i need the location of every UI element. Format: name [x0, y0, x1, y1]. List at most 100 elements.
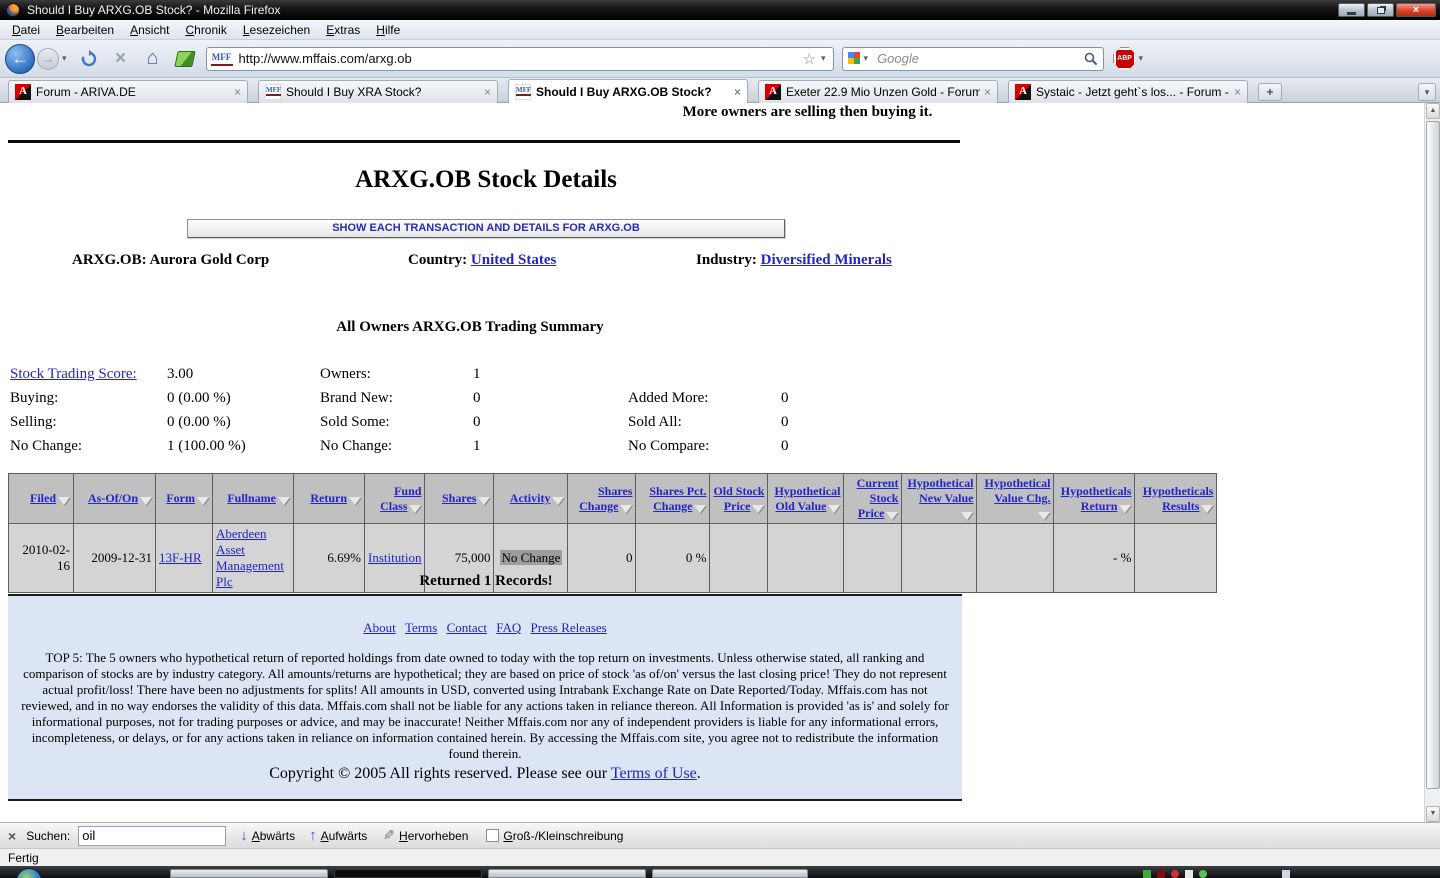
find-previous-button[interactable]: Aufwärts [321, 829, 368, 843]
press-releases-link[interactable]: Press Releases [531, 620, 607, 635]
extension-button[interactable] [172, 46, 198, 72]
country-link[interactable]: United States [471, 252, 556, 268]
ariva-favicon: A [1015, 84, 1031, 100]
stop-button[interactable]: × [108, 46, 134, 72]
taskbar-button[interactable] [488, 869, 646, 878]
ariva-favicon: A [15, 84, 31, 100]
url-dropdown[interactable]: ▾ [818, 53, 829, 64]
home-button[interactable]: ⌂ [140, 46, 166, 72]
restore-icon [1377, 7, 1385, 14]
close-button[interactable]: × [1396, 3, 1436, 17]
search-icon[interactable] [1084, 52, 1098, 66]
tab-forum-ariva[interactable]: A Forum - ARIVA.DE × [8, 80, 248, 103]
adblock-dropdown[interactable]: ▾ [1136, 53, 1147, 64]
tab-close-icon[interactable]: × [980, 85, 991, 99]
tab-close-icon[interactable]: × [730, 85, 741, 99]
taskbar-button[interactable] [170, 869, 328, 878]
tray-icon[interactable] [1185, 870, 1193, 878]
menu-lesezeichen[interactable]: Lesezeichen [235, 21, 318, 39]
industry-link[interactable]: Diversified Minerals [761, 252, 892, 268]
scrollbar-thumb[interactable] [1426, 121, 1440, 789]
google-engine-icon[interactable] [848, 52, 861, 65]
highlight-all-button[interactable]: Hervorheben [399, 829, 468, 843]
history-dropdown[interactable]: ▾ [59, 53, 70, 64]
start-orb[interactable] [16, 868, 42, 878]
minimize-button[interactable] [1338, 3, 1365, 17]
tab-close-icon[interactable]: × [1230, 85, 1241, 99]
navigation-toolbar: ← → ▾ × ⌂ MFF ☆ ▾ ▾ ABP ▾ [0, 40, 1440, 78]
reload-icon [80, 50, 98, 68]
search-input[interactable] [871, 51, 1083, 66]
menu-hilfe[interactable]: Hilfe [368, 21, 408, 39]
menu-datei[interactable]: Datei [4, 21, 48, 39]
tray-icon[interactable] [1143, 870, 1151, 878]
col-form: Form [156, 474, 213, 524]
terms-of-use-link[interactable]: Terms of Use [611, 765, 697, 782]
scroll-down-button[interactable]: ▼ [1426, 806, 1440, 822]
stat-label: Owners: [320, 366, 473, 390]
tab-systaic-forum[interactable]: A Systaic - Jetzt geht`s los... - Forum … [1008, 80, 1248, 103]
taskbar-button[interactable] [652, 869, 808, 878]
menu-extras[interactable]: Extras [318, 21, 368, 39]
disclaimer-text: TOP 5: The 5 owners who hypothetical ret… [17, 650, 953, 762]
forward-button[interactable]: → [37, 48, 59, 70]
list-all-tabs-button[interactable]: ▾ [1418, 83, 1436, 101]
tray-icon[interactable] [1282, 870, 1290, 878]
bookmark-star-icon[interactable]: ☆ [801, 50, 818, 68]
sort-arrow-icon [58, 497, 70, 505]
tab-close-icon[interactable]: × [230, 85, 241, 99]
taskbar-button-active[interactable] [334, 869, 482, 878]
scroll-down-icon: ▼ [1430, 810, 1437, 817]
menu-chronik[interactable]: Chronik [177, 21, 234, 39]
new-tab-button[interactable]: + [1258, 83, 1282, 101]
find-previous-icon[interactable]: ↑ [309, 827, 317, 844]
vertical-scrollbar[interactable]: ▲ ▼ [1424, 103, 1440, 822]
tab-exeter-forum[interactable]: A Exeter 22.9 Mio Unzen Gold - Forum... … [758, 80, 998, 103]
adblock-plus-icon[interactable]: ABP [1114, 48, 1136, 70]
tray-icon[interactable] [1199, 870, 1207, 878]
firefox-logo-icon [6, 3, 20, 17]
stat-value: 1 (100.00 %) [167, 438, 320, 462]
find-close-icon[interactable]: × [8, 828, 16, 844]
footer-links: About Terms Contact FAQ Press Releases [8, 620, 962, 636]
form-link[interactable]: 13F-HR [159, 550, 202, 565]
col-fullname: Fullname [213, 474, 294, 524]
match-case-checkbox[interactable] [486, 829, 499, 842]
menu-bearbeiten[interactable]: Bearbeiten [48, 21, 122, 39]
sort-arrow-icon [349, 497, 361, 505]
stat-value: 3.00 [167, 366, 320, 390]
restore-button[interactable] [1367, 3, 1394, 17]
col-as-of-on: As-Of/On [74, 474, 156, 524]
find-next-button[interactable]: Abwärts [252, 829, 295, 843]
search-box[interactable]: ▾ [842, 47, 1104, 71]
tray-icon[interactable] [1157, 870, 1165, 878]
contact-link[interactable]: Contact [447, 620, 487, 635]
find-next-icon[interactable]: ↓ [240, 827, 248, 844]
about-link[interactable]: About [363, 620, 396, 635]
stat-label: Added More: [628, 390, 781, 414]
back-button[interactable]: ← [5, 44, 35, 74]
reload-button[interactable] [76, 46, 102, 72]
sort-arrow-icon [1201, 505, 1213, 513]
col-return: Return [294, 474, 365, 524]
url-bar[interactable]: MFF ☆ ▾ [206, 47, 834, 71]
match-case-label[interactable]: Groß-/Kleinschreibung [503, 829, 623, 843]
tray-icon[interactable] [1171, 870, 1179, 878]
summary-title: All Owners ARXG.OB Trading Summary [0, 319, 940, 336]
find-input[interactable] [78, 826, 226, 846]
col-current-stock-price: Current Stock Price [844, 474, 902, 524]
terms-link[interactable]: Terms [405, 620, 437, 635]
url-input[interactable] [233, 51, 801, 66]
tab-arxg-stock-active[interactable]: MFF Should I Buy ARXG.OB Stock? × [508, 79, 748, 103]
scroll-up-button[interactable]: ▲ [1426, 103, 1440, 119]
tab-xra-stock[interactable]: MFF Should I Buy XRA Stock? × [258, 80, 498, 103]
menu-ansicht[interactable]: Ansicht [122, 21, 177, 39]
engine-dropdown[interactable]: ▾ [861, 53, 872, 64]
tab-close-icon[interactable]: × [480, 85, 491, 99]
faq-link[interactable]: FAQ [496, 620, 521, 635]
show-transactions-button[interactable]: SHOW EACH TRANSACTION AND DETAILS FOR AR… [187, 219, 785, 238]
fund-class-link[interactable]: Institution [368, 550, 421, 565]
stock-trading-score-link[interactable]: Stock Trading Score: [10, 366, 167, 390]
highlight-pen-icon[interactable]: ✎ [383, 827, 395, 844]
windows-taskbar [0, 866, 1440, 878]
